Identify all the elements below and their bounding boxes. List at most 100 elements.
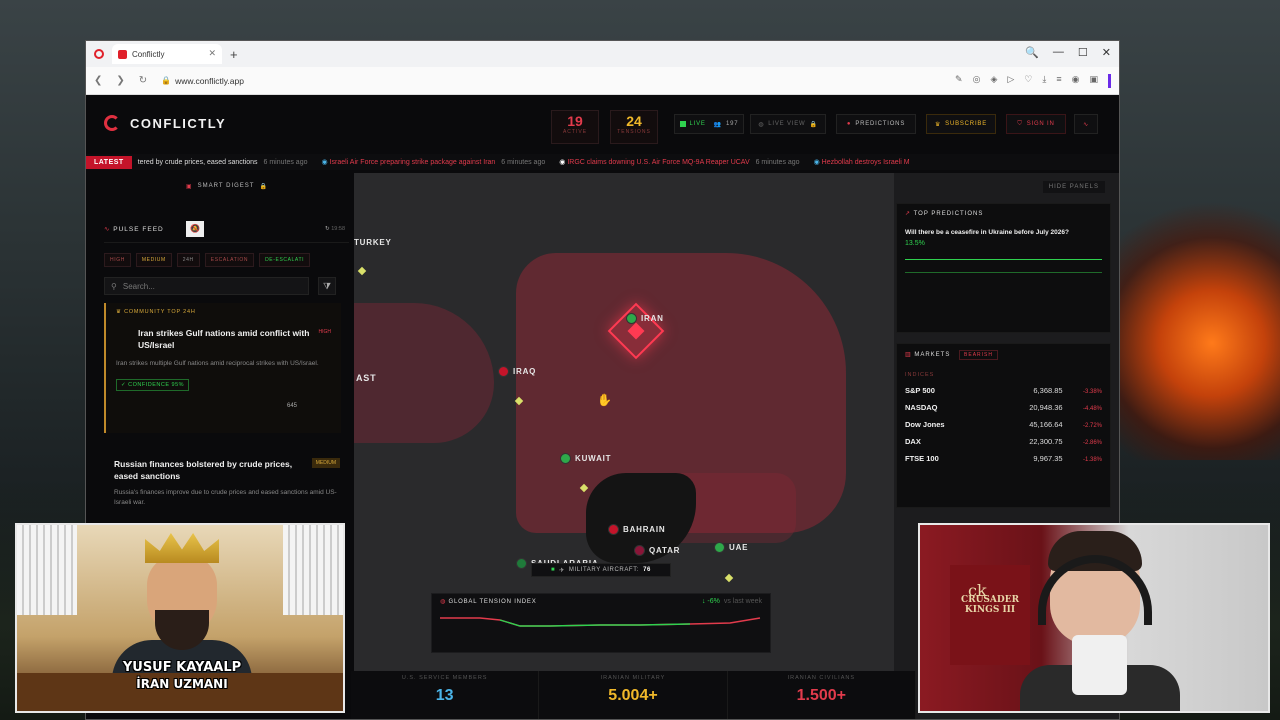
- country-label-kuwait[interactable]: KUWAIT: [560, 453, 611, 464]
- back-icon[interactable]: ❮: [94, 75, 102, 86]
- ticker-text: tered by crude prices, eased sanctions: [137, 158, 258, 166]
- shield-icon[interactable]: ◈: [990, 74, 997, 88]
- market-row[interactable]: S&P 500 6,368.85 -3.38%: [905, 386, 1102, 395]
- ticker-item[interactable]: tered by crude prices, eased sanctions 6…: [138, 159, 308, 166]
- filter-high[interactable]: HIGH: [104, 253, 131, 267]
- mute-icon[interactable]: 🔕: [186, 221, 204, 237]
- market-row[interactable]: DAX 22,300.75 -2.86%: [905, 437, 1102, 446]
- live-indicator[interactable]: LIVE 👥 197: [674, 114, 744, 134]
- tension-line-green: [499, 619, 691, 627]
- filter-icon[interactable]: ⧩: [318, 277, 336, 295]
- search-input[interactable]: ⚲ Search...: [104, 277, 309, 295]
- card-body: Iran strikes multiple Gulf nations amid …: [116, 360, 319, 367]
- country-label-uae[interactable]: UAE: [714, 542, 748, 553]
- hide-panels-button[interactable]: HIDE PANELS: [1042, 181, 1105, 193]
- pulse-icon: ∿: [104, 226, 114, 233]
- forward-icon[interactable]: ❯: [116, 75, 124, 86]
- tension-delta: ↓ -6% vs last week: [701, 598, 762, 605]
- market-row[interactable]: FTSE 100 9,967.35 -1.38%: [905, 454, 1102, 463]
- news-card[interactable]: Russian finances bolstered by crude pric…: [114, 458, 344, 508]
- play-icon[interactable]: ▷: [1007, 74, 1014, 88]
- maximize-button[interactable]: ☐: [1078, 46, 1088, 59]
- download-icon[interactable]: ⤓: [1042, 74, 1046, 88]
- ticker-time: 6 minutes ago: [755, 159, 800, 166]
- url-field[interactable]: www.conflictly.app: [175, 76, 244, 86]
- new-tab-button[interactable]: +: [230, 47, 238, 62]
- lock-icon: 🔒: [809, 121, 818, 128]
- minimize-button[interactable]: —: [1053, 46, 1064, 59]
- stat-iranian-civilians[interactable]: IRANIAN CIVILIANS 1.500+: [728, 671, 916, 719]
- filter-de-escalation[interactable]: DE-ESCALATI: [259, 253, 311, 267]
- smart-digest-button[interactable]: ▣ SMART DIGEST 🔒: [186, 183, 268, 190]
- activity-button[interactable]: ∿: [1074, 114, 1098, 134]
- crown-icon: ♛: [116, 309, 125, 315]
- market-row[interactable]: Dow Jones 45,166.64 -2.72%: [905, 420, 1102, 429]
- kuwait-flag-icon: [560, 453, 571, 464]
- edit-icon[interactable]: ✎: [955, 74, 963, 88]
- predictions-icon: ●: [846, 121, 852, 127]
- filter-escalation[interactable]: ESCALATION: [204, 253, 255, 267]
- tab-close-icon[interactable]: ✕: [208, 48, 216, 59]
- filter-medium[interactable]: MEDIUM: [135, 253, 172, 267]
- viewer-count: 197: [726, 121, 739, 127]
- extensions-icon[interactable]: ▣: [1089, 74, 1098, 88]
- globe-icon: ◍: [440, 599, 449, 605]
- ticker-item[interactable]: ◉ Israeli Air Force preparing strike pac…: [322, 158, 546, 166]
- subscribe-button[interactable]: ♛ SUBSCRIBE: [926, 114, 996, 134]
- predictions-button[interactable]: ● PREDICTIONS: [836, 114, 916, 134]
- ticker-item[interactable]: ◉ IRGC claims downing U.S. Air Force MQ-…: [559, 158, 799, 166]
- subscribe-label: SUBSCRIBE: [945, 121, 988, 127]
- military-aircraft-counter[interactable]: ■ ✈ MILITARY AIRCRAFT: 76: [531, 563, 671, 577]
- search-icon[interactable]: 🔍: [1025, 46, 1039, 59]
- country-label-bahrain[interactable]: BAHRAIN: [608, 524, 666, 535]
- caption-name: YUSUF KAYAALP: [122, 660, 242, 675]
- brand[interactable]: CONFLICTLY: [104, 115, 226, 131]
- active-conflicts-stat[interactable]: 19 ACTIVE: [551, 110, 599, 144]
- country-label-qatar[interactable]: QATAR: [634, 545, 680, 556]
- country-label-partial[interactable]: AST: [356, 373, 376, 383]
- menu-icon[interactable]: ≡: [1056, 74, 1061, 88]
- browser-tab[interactable]: Conflictly ✕: [112, 44, 222, 64]
- casualty-stats: U.S. SERVICE MEMBERS 13 IRANIAN MILITARY…: [351, 671, 916, 719]
- tensions-label: TENSIONS: [617, 129, 651, 135]
- ck-banner: CRUSADER KINGS III: [950, 565, 1030, 665]
- filter-24h[interactable]: 24H: [176, 253, 200, 267]
- tensions-stat[interactable]: 24 TENSIONS: [610, 110, 658, 144]
- close-button[interactable]: ✕: [1102, 46, 1111, 59]
- iraq-flag-icon: [498, 366, 509, 377]
- country-label-turkey[interactable]: TURKEY: [354, 238, 392, 247]
- heart-icon[interactable]: ♡: [1024, 74, 1032, 88]
- tab-bar: Conflictly ✕ + 🔍 — ☐ ✕: [86, 41, 1119, 67]
- markets-title: ▥ MARKETS BEARISH: [905, 350, 1102, 360]
- iran-marker-core: [627, 322, 645, 340]
- stat-us-service[interactable]: U.S. SERVICE MEMBERS 13: [351, 671, 540, 719]
- sign-in-button[interactable]: ⛉ SIGN IN: [1006, 114, 1066, 134]
- sidebar-accent: [1108, 74, 1111, 88]
- country-label-iraq[interactable]: IRAQ: [498, 366, 536, 377]
- reload-icon[interactable]: ↻: [139, 75, 147, 86]
- pulse-time: ↻ 19:58: [325, 226, 345, 232]
- chart-icon: ▥: [905, 352, 915, 358]
- opera-logo-icon[interactable]: [94, 49, 104, 59]
- tension-sparkline: [440, 617, 761, 627]
- digest-icon: ▣: [186, 184, 193, 190]
- globe-icon: ◍: [758, 121, 765, 128]
- profile-icon[interactable]: ◉: [1072, 74, 1080, 88]
- camera-icon[interactable]: ◎: [973, 74, 981, 88]
- ticker-time: 6 minutes ago: [501, 159, 546, 166]
- prediction-question[interactable]: Will there be a ceasefire in Ukraine bef…: [905, 229, 1102, 236]
- card-body: Russia's finances improve due to crude p…: [114, 489, 337, 506]
- window-controls: 🔍 — ☐ ✕: [1025, 46, 1111, 59]
- active-label: ACTIVE: [562, 129, 588, 135]
- live-view-button[interactable]: ◍ LIVE VIEW 🔒: [750, 114, 826, 134]
- address-bar: ❮ ❯ ↻ 🔒 www.conflictly.app ✎ ◎ ◈ ▷ ♡ ⤓ ≡…: [86, 67, 1119, 95]
- news-card[interactable]: ♛ COMMUNITY TOP 24H HIGH Iran strikes Gu…: [104, 303, 341, 433]
- window-blinds: [283, 525, 343, 615]
- country-label-iran[interactable]: IRAN: [626, 313, 664, 324]
- ticker-item[interactable]: ◉ Hezbollah destroys Israeli M: [814, 158, 910, 166]
- market-row[interactable]: NASDAQ 20,948.36 -4.48%: [905, 403, 1102, 412]
- indices-label: INDICES: [905, 372, 935, 378]
- qatar-flag-icon: [634, 545, 645, 556]
- live-view-label: LIVE VIEW: [768, 121, 806, 127]
- stat-iranian-military[interactable]: IRANIAN MILITARY 5.004+: [539, 671, 728, 719]
